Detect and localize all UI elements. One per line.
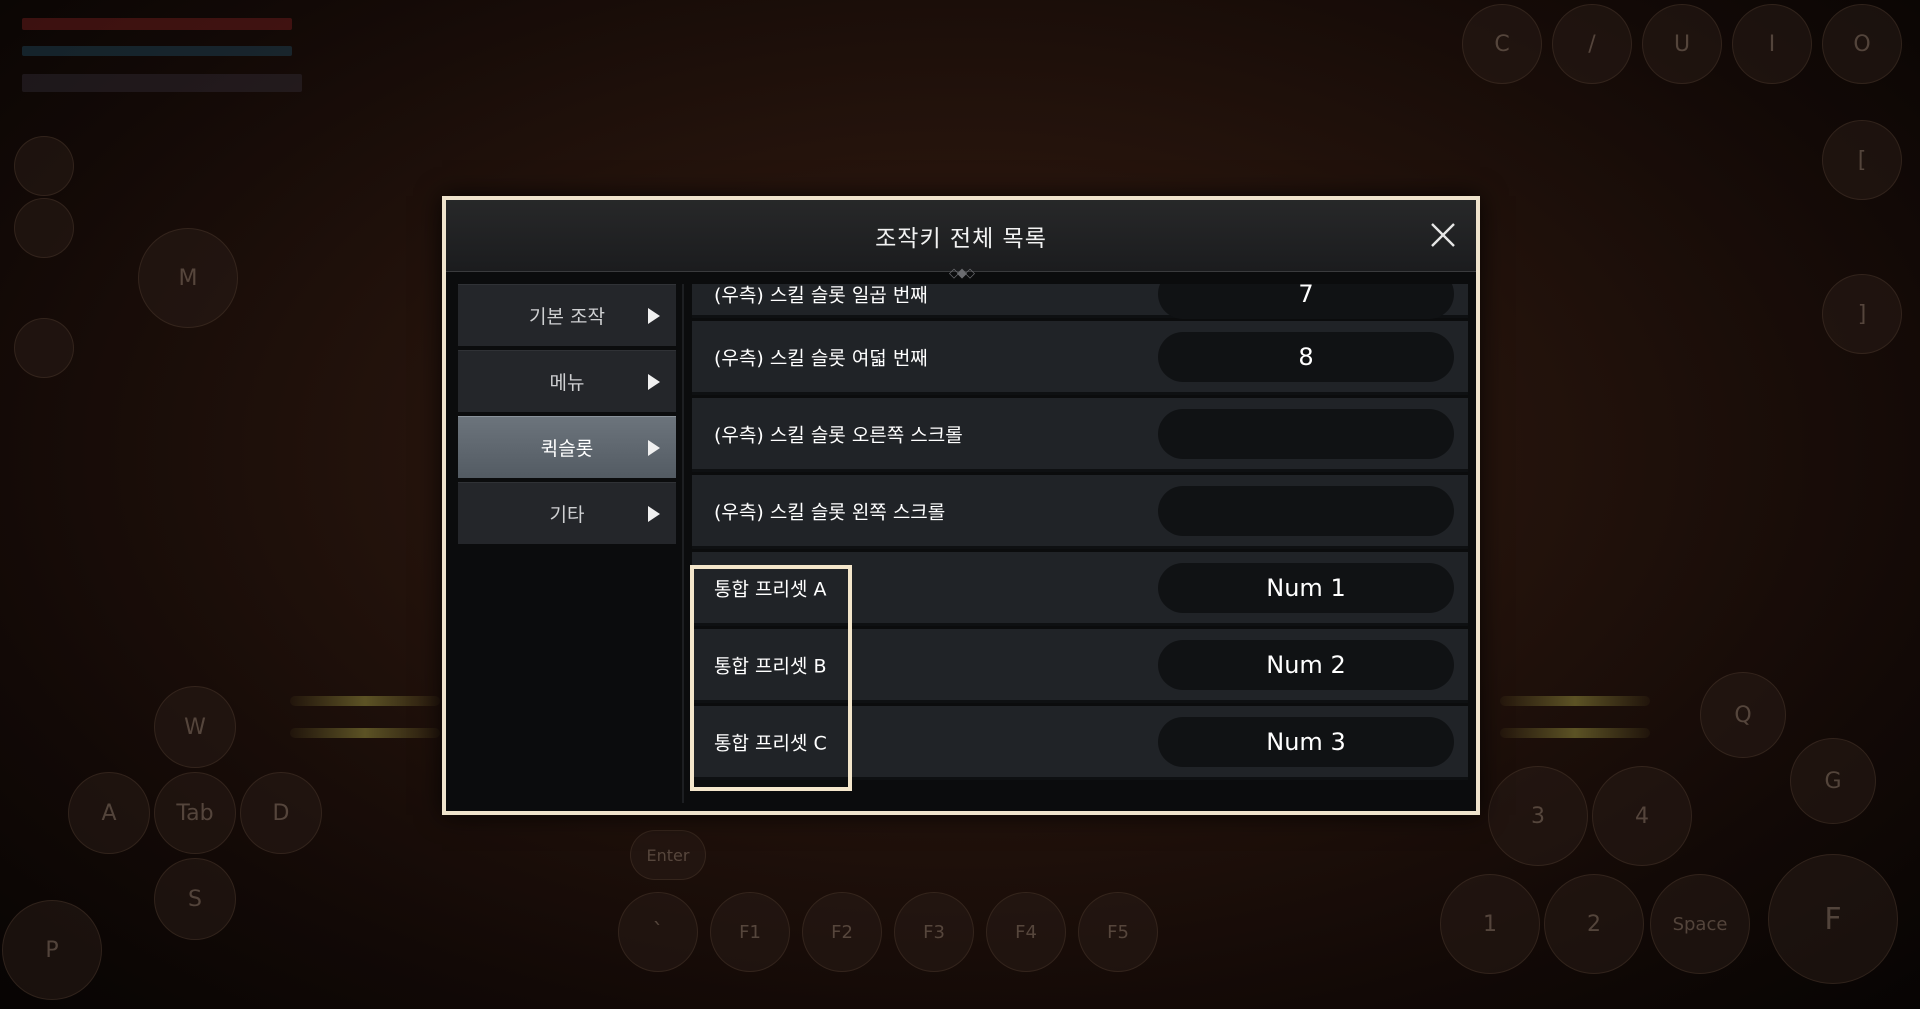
hud-button-top-5: O [1822, 4, 1902, 84]
hud-button-top-1: C [1462, 4, 1542, 84]
hud-key-g: G [1790, 738, 1876, 824]
dialog-title: 조작키 전체 목록 [875, 225, 1047, 252]
nav-divider [682, 284, 684, 803]
keybind-key-field[interactable]: 8 [1158, 331, 1454, 382]
buff-bar [22, 74, 302, 92]
hud-key-f2: F2 [802, 892, 882, 972]
nav-item-label: 메뉴 [549, 372, 585, 394]
keybind-label: 통합 프리셋 A [714, 578, 827, 600]
hud-key-d: D [240, 772, 322, 854]
play-arrow-icon [648, 373, 660, 390]
keybind-row: (우측) 스킬 슬롯 여덟 번째 8 [692, 321, 1468, 395]
hud-key-4: 4 [1592, 766, 1692, 866]
close-button[interactable] [1426, 218, 1460, 252]
keybind-list[interactable]: (우측) 스킬 슬롯 일곱 번째 7 (우측) 스킬 슬롯 여덟 번째 8 (우… [692, 284, 1468, 803]
nav-item-basic-controls[interactable]: 기본 조작 [458, 284, 676, 346]
keybind-key-field[interactable] [1158, 408, 1454, 459]
hud-key-1: 1 [1440, 874, 1540, 974]
keybind-row: (우측) 스킬 슬롯 왼쪽 스크롤 [692, 475, 1468, 549]
floor-glow-left-1 [290, 696, 440, 706]
floor-glow-right-1 [1500, 696, 1650, 706]
hud-button-top-4: I [1732, 4, 1812, 84]
hud-key-backtick: ` [618, 892, 698, 972]
dialog-header: 조작키 전체 목록 ◇◆◇ [446, 200, 1476, 281]
hud-right-bracket-close: ] [1822, 274, 1902, 354]
hud-key-f3: F3 [894, 892, 974, 972]
hud-key-f: F [1768, 854, 1898, 984]
keybind-label: (우측) 스킬 슬롯 여덟 번째 [714, 347, 928, 369]
keybind-label: 통합 프리셋 B [714, 655, 827, 677]
hud-key-w: W [154, 686, 236, 768]
nav-item-label: 기본 조작 [529, 306, 605, 328]
hud-key-q: Q [1700, 672, 1786, 758]
hud-key-tab: Tab [154, 772, 236, 854]
hud-button-top-3: U [1642, 4, 1722, 84]
close-icon [1431, 223, 1455, 247]
keybind-row: 통합 프리셋 A Num 1 [692, 552, 1468, 626]
hud-key-s: S [154, 858, 236, 940]
nav-item-other[interactable]: 기타 [458, 482, 676, 544]
floor-glow-left-2 [290, 728, 440, 738]
hud-key-p: P [2, 900, 102, 1000]
hud-right-bracket-open: [ [1822, 120, 1902, 200]
keybind-row: (우측) 스킬 슬롯 일곱 번째 7 [692, 284, 1468, 319]
keybind-label: 통합 프리셋 C [714, 732, 827, 754]
hud-key-space: Space [1650, 874, 1750, 974]
hud-key-3: 3 [1488, 766, 1588, 866]
keybind-key-field[interactable]: Num 1 [1158, 562, 1454, 613]
keybind-label: (우측) 스킬 슬롯 왼쪽 스크롤 [714, 501, 946, 523]
hud-small-2 [14, 198, 74, 258]
keybind-key-field[interactable]: 7 [1158, 284, 1454, 319]
keybind-key-field[interactable]: Num 3 [1158, 716, 1454, 767]
mp-bar [22, 46, 292, 56]
nav-item-quickslot[interactable]: 퀵슬롯 [458, 416, 676, 478]
keybind-row: (우측) 스킬 슬롯 오른쪽 스크롤 [692, 398, 1468, 472]
category-nav: 기본 조작 메뉴 퀵슬롯 기타 [458, 284, 676, 811]
hud-small-1 [14, 136, 74, 196]
nav-item-menu[interactable]: 메뉴 [458, 350, 676, 412]
hud-key-2: 2 [1544, 874, 1644, 974]
hp-bar [22, 18, 292, 30]
play-arrow-icon [648, 439, 660, 456]
keybind-row: 통합 프리셋 C Num 3 [692, 706, 1468, 780]
keybind-row: 통합 프리셋 B Num 2 [692, 629, 1468, 703]
keybind-label: (우측) 스킬 슬롯 일곱 번째 [714, 284, 928, 307]
hud-key-enter: Enter [630, 830, 706, 880]
floor-glow-right-2 [1500, 728, 1650, 738]
hud-small-3 [14, 318, 74, 378]
hud-key-f5: F5 [1078, 892, 1158, 972]
hud-key-f4: F4 [986, 892, 1066, 972]
keybind-dialog: 조작키 전체 목록 ◇◆◇ 기본 조작 메뉴 퀵슬롯 기타 (우측) 스킬 슬롯… [442, 196, 1480, 815]
hud-button-map: M [138, 228, 238, 328]
keybind-label: (우측) 스킬 슬롯 오른쪽 스크롤 [714, 424, 963, 446]
header-ornament: ◇◆◇ [949, 266, 975, 281]
keybind-key-field[interactable] [1158, 485, 1454, 536]
nav-item-label: 퀵슬롯 [540, 438, 594, 460]
hud-key-f1: F1 [710, 892, 790, 972]
play-arrow-icon [648, 307, 660, 324]
play-arrow-icon [648, 505, 660, 522]
hud-button-top-2: / [1552, 4, 1632, 84]
keybind-key-field[interactable]: Num 2 [1158, 639, 1454, 690]
hud-key-a: A [68, 772, 150, 854]
nav-item-label: 기타 [549, 504, 585, 526]
